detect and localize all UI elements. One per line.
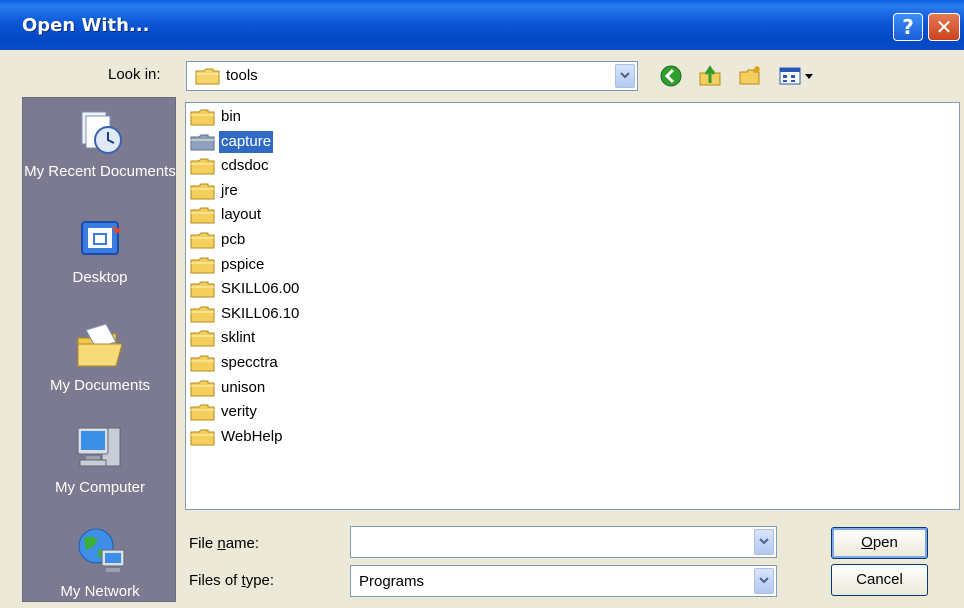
folder-icon — [190, 380, 215, 397]
folder-icon — [190, 429, 215, 446]
help-button[interactable]: ? — [893, 13, 923, 41]
folder-name: SKILL06.00 — [221, 280, 300, 298]
chevron-down-icon — [759, 538, 769, 545]
folder-name: unison — [221, 378, 266, 396]
file-name-label: File name: — [189, 535, 259, 552]
label-part: File — [189, 535, 218, 552]
folder-name: jre — [221, 181, 238, 199]
folder-icon — [190, 355, 215, 372]
place-label: My Network — [60, 583, 140, 600]
place-desktop[interactable]: Desktop — [23, 216, 177, 287]
folder-icon — [190, 404, 215, 421]
window-title: Open With... — [22, 15, 150, 36]
up-folder-icon[interactable] — [698, 64, 722, 88]
cancel-button[interactable]: Cancel — [831, 564, 928, 596]
folder-name: cdsdoc — [221, 157, 269, 175]
places-bar: My Recent Documents Desktop My Documents — [22, 97, 176, 602]
open-with-dialog: Open With... ? ✕ Look in: tools My Recen… — [0, 0, 964, 608]
folder-icon — [190, 257, 215, 274]
look-in-label: Look in: — [108, 66, 161, 83]
folder-icon — [190, 109, 215, 126]
folder-name: WebHelp — [221, 427, 283, 445]
new-folder-icon[interactable] — [738, 64, 762, 88]
back-icon[interactable] — [659, 64, 683, 88]
look-in-label-text: Look in: — [108, 66, 161, 83]
look-in-value: tools — [226, 67, 258, 84]
folder-icon — [195, 68, 220, 85]
place-label: My Documents — [49, 377, 151, 394]
folder-name: pspice — [221, 255, 265, 273]
my-documents-icon — [77, 323, 123, 367]
look-in-dropdown-button[interactable] — [615, 64, 635, 88]
desktop-icon — [81, 221, 122, 255]
folder-icon — [190, 306, 215, 323]
label-accelerator: n — [217, 535, 226, 552]
place-my-network[interactable]: My Network — [23, 526, 177, 601]
folder-icon — [190, 281, 215, 298]
label-part: Files of — [189, 572, 242, 589]
folder-name: sklint — [221, 329, 256, 347]
place-label: Desktop — [72, 269, 128, 286]
folder-icon — [190, 134, 215, 151]
folder-name: layout — [221, 206, 262, 224]
folder-icon — [190, 207, 215, 224]
place-label: My Computer — [54, 479, 146, 496]
open-accelerator: O — [861, 534, 873, 551]
cancel-button-label: Cancel — [856, 571, 903, 588]
folder-icon — [190, 232, 215, 249]
label-part: ame: — [225, 535, 260, 552]
folder-icon — [190, 330, 215, 347]
title-bar[interactable]: Open With... ? ✕ — [0, 0, 964, 50]
folder-icon — [190, 183, 215, 200]
files-of-type-value: Programs — [359, 573, 425, 590]
folder-name: capture — [219, 130, 274, 153]
files-of-type-select[interactable]: Programs — [350, 565, 777, 597]
files-of-type-dropdown-button[interactable] — [754, 568, 774, 594]
recent-documents-icon — [81, 111, 122, 154]
place-label: My Recent Documents — [24, 163, 176, 180]
file-name-dropdown-button[interactable] — [754, 529, 774, 555]
folder-icon — [190, 158, 215, 175]
folder-name: SKILL06.10 — [221, 304, 300, 322]
look-in-combo[interactable]: tools — [186, 61, 638, 91]
open-button[interactable]: Open — [831, 527, 928, 559]
label-part: ype: — [245, 572, 275, 589]
views-menu-icon[interactable] — [778, 64, 820, 88]
file-name-input[interactable] — [350, 526, 777, 558]
folder-name: pcb — [221, 231, 246, 248]
open-button-label: pen — [872, 534, 898, 551]
my-computer-icon — [77, 427, 121, 467]
folder-name: bin — [221, 108, 242, 125]
place-my-documents[interactable]: My Documents — [23, 320, 177, 395]
folder-name: specctra — [221, 354, 278, 371]
place-my-recent-documents[interactable]: My Recent Documents — [23, 110, 177, 181]
my-network-icon — [78, 528, 125, 572]
close-button[interactable]: ✕ — [928, 13, 960, 41]
chevron-down-icon — [620, 72, 630, 79]
files-of-type-label: Files of type: — [189, 572, 274, 589]
chevron-down-icon — [759, 577, 769, 584]
file-list[interactable]: bin capture cdsdoc jre layout pcb pspice SKILL0… — [185, 102, 960, 510]
folder-name: verity — [221, 403, 257, 421]
place-my-computer[interactable]: My Computer — [23, 422, 177, 497]
